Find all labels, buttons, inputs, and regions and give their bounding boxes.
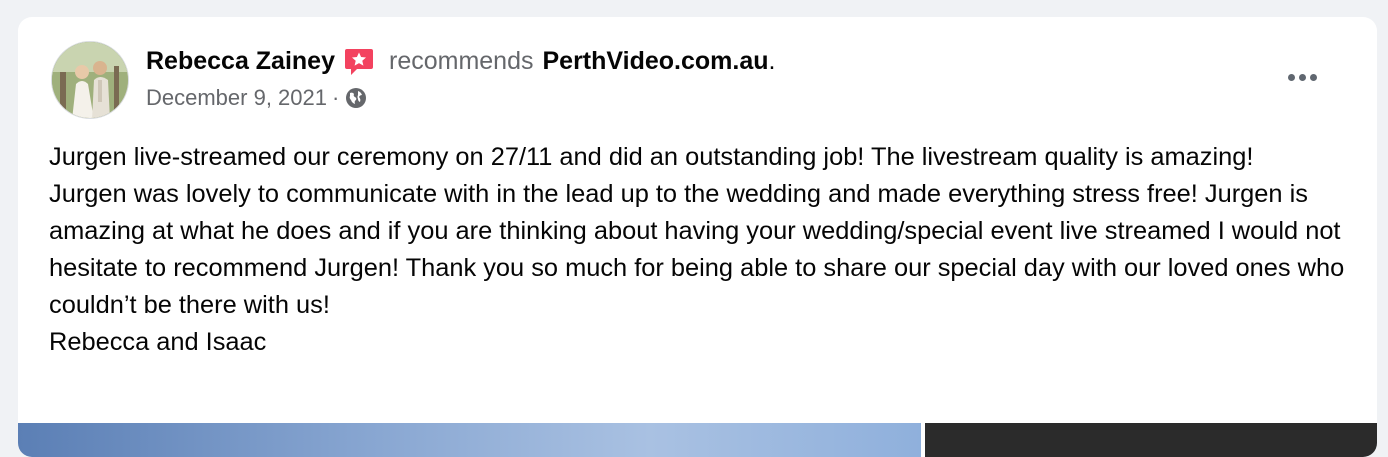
post-message: Jurgen live-streamed our ceremony on 27/…: [49, 139, 1354, 361]
post-paragraph: Jurgen live-streamed our ceremony on 27/…: [49, 143, 1254, 171]
post-meta: December 9, 2021 ·: [146, 83, 368, 113]
post-paragraph: Jurgen was lovely to communicate with in…: [49, 180, 1345, 319]
recommendation-post-card: Rebecca Zainey recommends PerthVideo.com…: [18, 17, 1377, 457]
meta-separator: ·: [332, 85, 340, 110]
author-avatar[interactable]: [51, 41, 129, 119]
more-dot-icon: [1298, 73, 1306, 81]
more-options-button[interactable]: [1278, 59, 1326, 95]
post-date-link[interactable]: December 9, 2021: [146, 85, 327, 111]
author-name-link[interactable]: Rebecca Zainey: [146, 47, 335, 76]
header-period: .: [768, 46, 776, 75]
post-header-line: Rebecca Zainey recommends PerthVideo.com…: [146, 43, 775, 79]
page-name-link[interactable]: PerthVideo.com.au: [543, 47, 769, 76]
recommends-text: recommends: [389, 46, 534, 75]
more-dot-icon: [1309, 73, 1317, 81]
post-photo-left[interactable]: [18, 423, 921, 457]
post-photo-right[interactable]: [925, 423, 1377, 457]
recommendation-star-icon: [345, 49, 373, 75]
avatar-photo: [52, 42, 128, 118]
globe-icon[interactable]: [344, 86, 368, 110]
post-signature: Rebecca and Isaac: [49, 328, 267, 356]
more-dot-icon: [1287, 73, 1295, 81]
